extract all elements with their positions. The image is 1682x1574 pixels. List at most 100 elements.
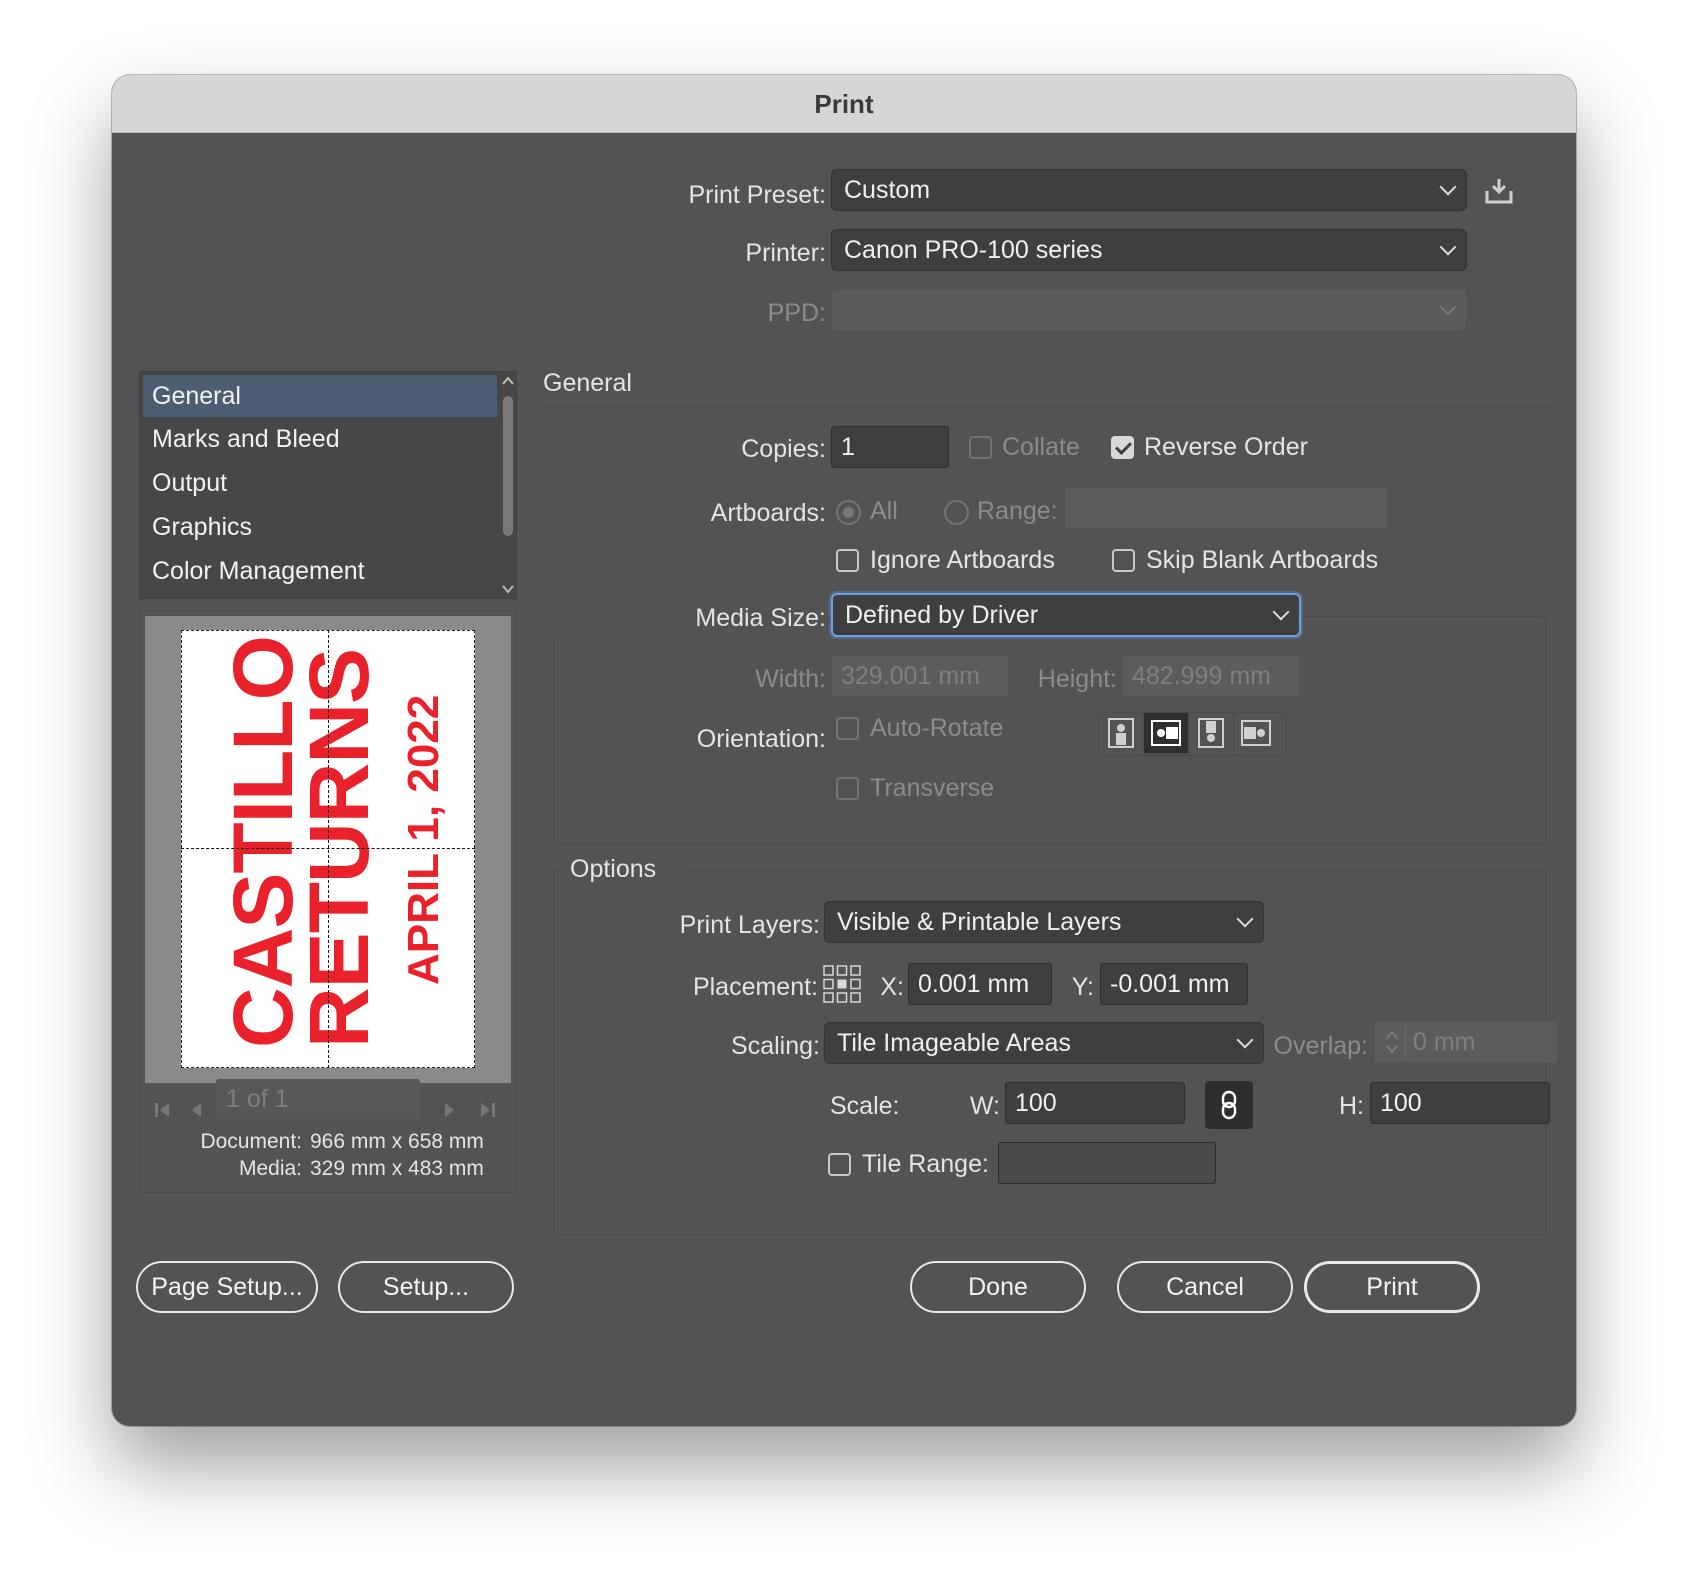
print-preset-value: Custom — [844, 175, 931, 204]
next-page-icon[interactable] — [438, 1099, 460, 1121]
setup-button[interactable]: Setup... — [338, 1261, 514, 1313]
chevron-down-icon — [1272, 603, 1290, 621]
tile-range-input[interactable] — [998, 1142, 1216, 1184]
print-preset-select[interactable]: Custom — [831, 169, 1467, 211]
artboards-range-radio[interactable] — [944, 500, 969, 525]
first-page-icon[interactable] — [152, 1099, 174, 1121]
last-page-icon[interactable] — [476, 1099, 498, 1121]
dialog-title: Print — [112, 75, 1576, 133]
reverse-order-label: Reverse Order — [1144, 433, 1308, 461]
ignore-artboards-label: Ignore Artboards — [870, 546, 1055, 574]
scroll-thumb[interactable] — [503, 396, 513, 536]
link-icon — [1221, 1090, 1237, 1120]
tile-range-checkbox[interactable] — [828, 1153, 851, 1176]
placement-x-input[interactable]: 0.001 mm — [908, 963, 1052, 1005]
media-size-info: 329 mm x 483 mm — [310, 1157, 484, 1180]
landscape-orientation-icon[interactable] — [1144, 713, 1189, 753]
tile-divider-vertical — [328, 630, 329, 1068]
chevron-down-icon — [1439, 238, 1457, 256]
orientation-label: Orientation: — [696, 725, 826, 753]
artboards-all-label: All — [870, 497, 898, 525]
scaling-select[interactable]: Tile Imageable Areas — [824, 1022, 1264, 1064]
sidebar-item-graphics[interactable]: Graphics — [143, 505, 497, 549]
sidebar-item-color-management[interactable]: Color Management — [143, 549, 497, 593]
width-value: 329.001 mm — [841, 661, 980, 690]
reverse-portrait-orientation-icon[interactable] — [1189, 713, 1234, 753]
placement-label: Placement: — [692, 973, 818, 1001]
printer-select[interactable]: Canon PRO-100 series — [831, 229, 1467, 271]
skip-blank-artboards-checkbox[interactable] — [1112, 549, 1135, 572]
page-setup-button[interactable]: Page Setup... — [136, 1261, 318, 1313]
ignore-artboards-checkbox[interactable] — [836, 549, 859, 572]
artboards-label: Artboards: — [710, 499, 826, 527]
general-divider — [543, 406, 1550, 407]
transverse-label: Transverse — [870, 774, 995, 802]
media-size-label: Media Size: — [542, 598, 826, 638]
scale-w-label: W: — [969, 1092, 1000, 1120]
width-label: Width: — [755, 665, 826, 693]
artboards-range-input — [1065, 487, 1387, 529]
sidebar-item-general[interactable]: General — [143, 375, 497, 417]
media-label: Media: — [238, 1157, 302, 1180]
orientation-buttons — [1098, 712, 1287, 756]
done-button[interactable]: Done — [910, 1261, 1086, 1313]
copies-input[interactable]: 1 — [831, 426, 949, 468]
auto-rotate-checkbox[interactable] — [836, 717, 859, 740]
overlap-label: Overlap: — [1273, 1032, 1368, 1060]
previous-page-icon[interactable] — [186, 1099, 208, 1121]
placement-y-input[interactable]: -0.001 mm — [1100, 963, 1248, 1005]
placement-grid-icon[interactable] — [822, 964, 862, 1004]
skip-blank-artboards-label: Skip Blank Artboards — [1146, 546, 1379, 574]
sidebar-item-marks-and-bleed[interactable]: Marks and Bleed — [143, 417, 497, 461]
placement-y-value: -0.001 mm — [1110, 969, 1230, 998]
scale-h-input[interactable]: 100 — [1370, 1082, 1550, 1124]
poster-title-line1: CASTILLO — [216, 636, 310, 1048]
tile-divider-horizontal — [181, 848, 475, 849]
preview-area[interactable]: CASTILLO RETURNS APRIL 1, 2022 — [145, 616, 511, 1083]
placement-y-label: Y: — [1071, 973, 1094, 1001]
poster-preview: CASTILLO RETURNS APRIL 1, 2022 — [181, 630, 475, 1068]
tile-range-label: Tile Range: — [862, 1150, 989, 1178]
page-number-value: 1 of 1 — [226, 1084, 289, 1113]
print-button[interactable]: Print — [1304, 1261, 1480, 1313]
copies-label: Copies: — [741, 435, 826, 463]
placement-x-label: X: — [880, 973, 904, 1001]
page-number-field: 1 of 1 — [216, 1079, 420, 1119]
scale-h-value: 100 — [1380, 1088, 1422, 1117]
height-label: Height: — [1037, 665, 1117, 693]
print-dialog: Print Print Preset: Custom Printer: Cano… — [112, 75, 1576, 1426]
scale-h-label: H: — [1339, 1092, 1364, 1120]
cancel-button[interactable]: Cancel — [1117, 1261, 1293, 1313]
print-layers-select[interactable]: Visible & Printable Layers — [824, 901, 1264, 943]
placement-x-value: 0.001 mm — [918, 969, 1030, 998]
auto-rotate-label: Auto-Rotate — [870, 714, 1004, 742]
height-value: 482.999 mm — [1132, 661, 1271, 690]
overlap-stepper-icon — [1378, 1025, 1406, 1059]
sidebar-item-partial — [154, 594, 304, 598]
reverse-order-checkbox[interactable] — [1111, 436, 1134, 459]
chevron-down-icon — [1439, 298, 1457, 316]
constrain-proportions-button[interactable] — [1205, 1081, 1253, 1129]
ppd-label: PPD: — [767, 299, 826, 327]
document-label: Document: — [200, 1130, 302, 1153]
artboards-range-label: Range: — [977, 497, 1058, 525]
general-heading: General — [543, 369, 632, 397]
media-size-value: Defined by Driver — [845, 600, 1039, 629]
artboards-all-radio[interactable] — [836, 500, 861, 525]
height-input: 482.999 mm — [1122, 655, 1300, 697]
save-preset-icon[interactable] — [1484, 177, 1514, 205]
printer-value: Canon PRO-100 series — [844, 235, 1103, 264]
chevron-down-icon — [1236, 1031, 1254, 1049]
collate-checkbox[interactable] — [969, 436, 992, 459]
sidebar-item-output[interactable]: Output — [143, 461, 497, 505]
portrait-orientation-icon[interactable] — [1099, 713, 1144, 753]
media-size-select[interactable]: Defined by Driver — [831, 593, 1301, 637]
transverse-checkbox[interactable] — [836, 777, 859, 800]
scale-w-input[interactable]: 100 — [1005, 1082, 1185, 1124]
chevron-down-icon — [1439, 178, 1457, 196]
overlap-value: 0 mm — [1413, 1027, 1476, 1056]
reverse-landscape-orientation-icon[interactable] — [1234, 713, 1278, 753]
category-list: General Marks and Bleed Output Graphics … — [139, 371, 517, 599]
scale-label: Scale: — [830, 1092, 900, 1120]
list-scrollbar[interactable] — [498, 372, 516, 598]
